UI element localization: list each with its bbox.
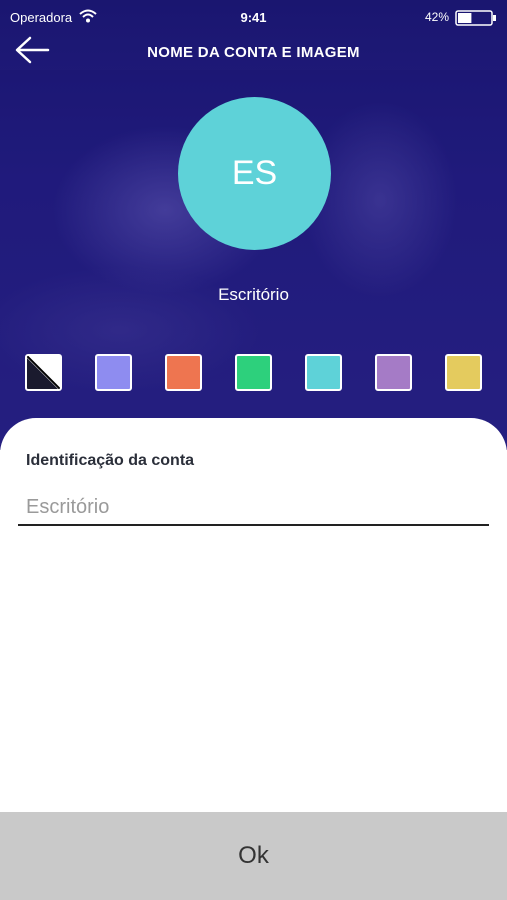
avatar-initials: ES: [231, 154, 278, 192]
color-swatch-lavender[interactable]: [95, 354, 132, 391]
ok-button-label: Ok: [238, 842, 269, 869]
account-id-label: Identificação da conta: [26, 452, 195, 469]
battery-percentage: 42%: [424, 10, 449, 24]
color-swatch-cyan[interactable]: [305, 354, 342, 391]
form-sheet: [0, 418, 507, 812]
account-id-input[interactable]: [18, 490, 489, 526]
no-color-icon: [27, 356, 60, 389]
status-bar: Operadora 9:41 42%: [0, 0, 507, 36]
navigation-bar: NOME DA CONTA E IMAGEM: [0, 36, 507, 72]
color-swatch-none[interactable]: [25, 354, 62, 391]
account-name: Escritório: [218, 285, 289, 304]
color-swatch-orange[interactable]: [165, 354, 202, 391]
color-swatch-green[interactable]: [235, 354, 272, 391]
ok-button[interactable]: Ok: [0, 812, 507, 900]
color-swatch-yellow[interactable]: [445, 354, 482, 391]
account-avatar: ES: [178, 97, 331, 250]
color-swatch-purple[interactable]: [375, 354, 412, 391]
page-title: NOME DA CONTA E IMAGEM: [147, 44, 360, 61]
battery-icon: [455, 10, 496, 26]
